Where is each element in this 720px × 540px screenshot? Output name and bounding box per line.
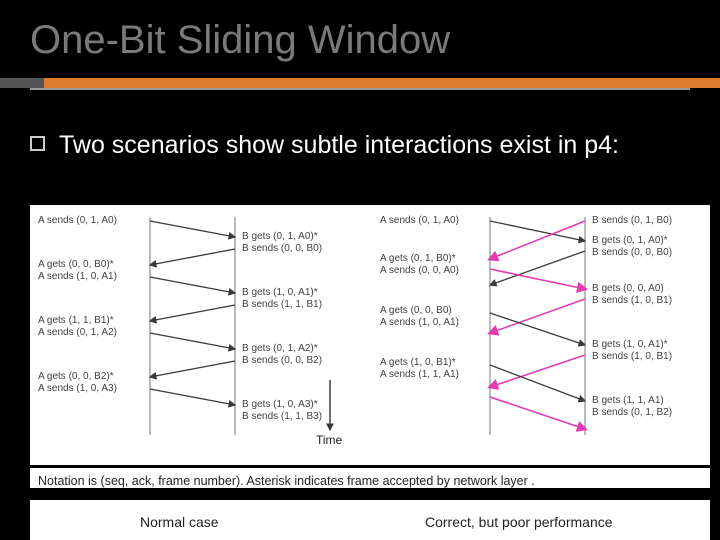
slide: One-Bit Sliding Window Two scenarios sho…	[0, 0, 720, 540]
r-A-send-0: A sends (0, 1, A0)	[380, 215, 459, 227]
l-A-get-0: A gets (0, 0, B0)*	[38, 259, 114, 271]
bullet-icon	[30, 136, 45, 151]
r-B-send-0b: B sends (0, 0, B0)	[592, 247, 672, 259]
l-A-send-2: A sends (0, 1, A2)	[38, 327, 117, 339]
title-underline	[30, 88, 690, 90]
l-B-send-1: B sends (1, 1, B1)	[242, 299, 322, 311]
r-A-get-0a: A gets (0, 1, B0)*	[380, 253, 456, 265]
r-A-send-1a: A sends (1, 0, A1)	[380, 317, 459, 329]
l-B-send-2: B sends (0, 0, B2)	[242, 355, 322, 367]
bullet-text: Two scenarios show subtle interactions e…	[59, 131, 619, 159]
time-label: Time	[316, 433, 342, 447]
r-B-send-1b: B sends (1, 0, B1)	[592, 351, 672, 363]
r-B-send-1a: B sends (1, 0, B1)	[592, 295, 672, 307]
protocol-figure: A sends (0, 1, A0) A gets (0, 0, B0)* A …	[30, 205, 710, 465]
r-B-get-0b: B gets (0, 0, A0)	[592, 283, 664, 295]
l-B-get-1: B gets (1, 0, A1)*	[242, 287, 318, 299]
l-A-send-1: A sends (1, 0, A1)	[38, 271, 117, 283]
l-B-send-0: B sends (0, 0, B0)	[242, 243, 322, 255]
notation-line: Notation is (seq, ack, frame number). As…	[30, 468, 710, 488]
r-B-send-2: B sends (0, 1, B2)	[592, 407, 672, 419]
r-A-get-0b: A gets (0, 0, B0)	[380, 305, 452, 317]
caption-right: Correct, but poor performance	[425, 514, 613, 530]
l-B-get-0: B gets (0, 1, A0)*	[242, 231, 318, 243]
l-B-get-2: B gets (0, 1, A2)*	[242, 343, 318, 355]
r-B-get-1a: B gets (1, 0, A1)*	[592, 339, 668, 351]
l-B-send-3: B sends (1, 1, B3)	[242, 411, 322, 423]
l-A-send-3: A sends (1, 0, A3)	[38, 383, 117, 395]
title-accent-bar	[0, 78, 720, 88]
r-A-send-1b: A sends (1, 1, A1)	[380, 369, 459, 381]
r-B-get-0: B gets (0, 1, A0)*	[592, 235, 668, 247]
r-B-send-0a: B sends (0, 1, B0)	[592, 215, 672, 227]
l-A-get-1: A gets (1, 1, B1)*	[38, 315, 114, 327]
title-accent-seg	[0, 78, 44, 88]
l-A-get-2: A gets (0, 0, B2)*	[38, 371, 114, 383]
slide-title: One-Bit Sliding Window	[30, 18, 450, 63]
l-A-send-0: A sends (0, 1, A0)	[38, 215, 117, 227]
captions-row: Normal case Correct, but poor performanc…	[30, 500, 710, 540]
r-A-send-0b: A sends (0, 0, A0)	[380, 265, 459, 277]
bullet-line: Two scenarios show subtle interactions e…	[30, 130, 700, 161]
caption-left: Normal case	[140, 514, 219, 530]
l-B-get-3: B gets (1, 0, A3)*	[242, 399, 318, 411]
r-B-get-1b: B gets (1, 1, A1)	[592, 395, 664, 407]
r-A-get-1a: A gets (1, 0, B1)*	[380, 357, 456, 369]
